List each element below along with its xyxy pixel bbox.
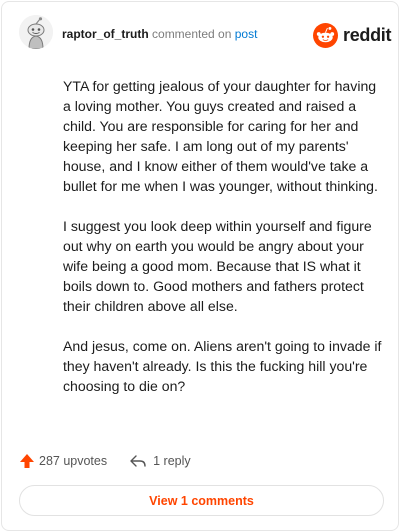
reply-arrow-icon [130, 455, 146, 467]
username-link[interactable]: raptor_of_truth [62, 27, 149, 41]
reddit-logo[interactable]: reddit [313, 22, 392, 48]
post-link[interactable]: post [235, 27, 258, 41]
view-comments-button[interactable]: View 1 comments [19, 485, 384, 516]
comment-meta: raptor_of_truth commented on post [62, 27, 257, 41]
upvote-count: 287 upvotes [39, 454, 108, 468]
reply-button[interactable]: 1 reply [129, 454, 191, 468]
reply-count: 1 reply [153, 454, 191, 468]
comment-card: raptor_of_truth commented on post reddit… [1, 1, 399, 531]
comment-body: YTA for getting jealous of your daughter… [63, 76, 385, 416]
upvote-button[interactable]: 287 upvotes [19, 453, 107, 469]
comment-paragraph: I suggest you look deep within yourself … [63, 218, 372, 314]
comment-footer: 287 upvotes 1 reply [19, 451, 191, 471]
brand-wordmark: reddit [343, 24, 392, 45]
upvote-arrow-icon [20, 454, 34, 468]
snoo-avatar-icon [19, 15, 53, 49]
user-avatar[interactable] [19, 15, 53, 49]
comment-header: raptor_of_truth commented on post reddit [2, 2, 400, 66]
comment-paragraph: And jesus, come on. Aliens aren't going … [63, 338, 382, 394]
comment-paragraph: YTA for getting jealous of your daughter… [63, 78, 378, 194]
reddit-snoo-icon [313, 22, 338, 48]
action-text: commented on [152, 27, 232, 41]
